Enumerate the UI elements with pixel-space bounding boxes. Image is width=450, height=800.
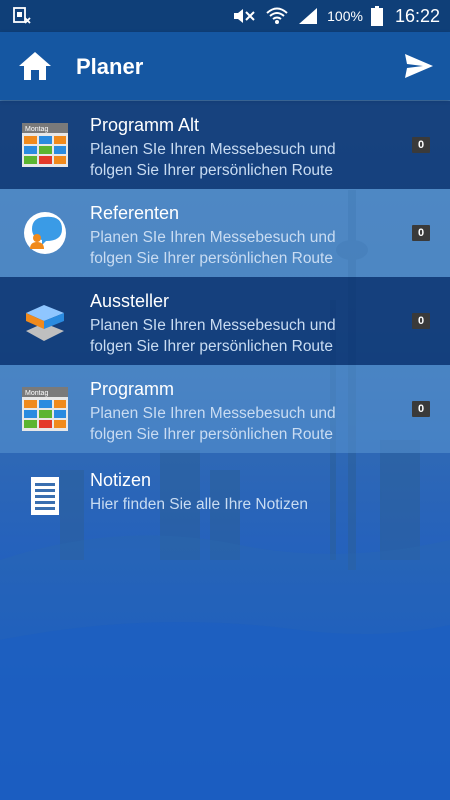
subtitle-line-1: Planen SIe Ihren Messebesuch und <box>90 405 336 422</box>
subtitle-line-1: Planen SIe Ihren Messebesuch und <box>90 229 336 246</box>
list-item-subtitle: Planen SIe Ihren Messebesuch und folgen … <box>90 139 390 181</box>
sim-error-icon <box>13 7 31 24</box>
count-badge: 0 <box>412 401 430 417</box>
subtitle-line-1: Planen SIe Ihren Messebesuch und <box>90 317 336 334</box>
planner-list: Montag Programm Alt Planen SIe Ihren Mes… <box>0 101 450 541</box>
list-item-subtitle: Planen SIe Ihren Messebesuch und folgen … <box>90 227 390 269</box>
count-badge: 0 <box>412 225 430 241</box>
mute-icon <box>234 9 255 23</box>
subtitle-line-2: folgen Sie Ihrer persönlichen Route <box>90 426 333 443</box>
subtitle-line-2: folgen Sie Ihrer persönlichen Route <box>90 338 333 355</box>
list-item-aussteller[interactable]: Aussteller Planen SIe Ihren Messebesuch … <box>0 277 450 365</box>
list-item-title: Notizen <box>90 470 152 490</box>
count-badge: 0 <box>412 313 430 329</box>
app-bar: Planer <box>0 32 450 100</box>
list-item-subtitle: Planen SIe Ihren Messebesuch und folgen … <box>90 403 390 445</box>
list-item-subtitle: Planen SIe Ihren Messebesuch und folgen … <box>90 315 390 357</box>
battery-icon <box>370 6 383 26</box>
list-item-subtitle: Hier finden Sie alle Ihre Notizen <box>90 496 308 513</box>
speaker-chat-icon <box>24 212 66 254</box>
signal-icon <box>299 8 318 24</box>
list-item-title: Programm Alt <box>90 115 200 135</box>
status-time: 16:22 <box>394 5 440 26</box>
list-item-referenten[interactable]: Referenten Planen SIe Ihren Messebesuch … <box>0 189 450 277</box>
list-item-programm-alt[interactable]: Montag Programm Alt Planen SIe Ihren Mes… <box>0 101 450 189</box>
subtitle-line-1: Planen SIe Ihren Messebesuch und <box>90 141 336 158</box>
svg-text:Montag: Montag <box>25 390 48 397</box>
calendar-icon: Montag <box>22 387 68 431</box>
notes-icon <box>31 477 59 515</box>
list-item-notizen[interactable]: Notizen Hier finden Sie alle Ihre Notize… <box>0 453 450 541</box>
booth-icon <box>26 305 64 341</box>
page-title: Planer <box>76 54 144 79</box>
subtitle-line-2: folgen Sie Ihrer persönlichen Route <box>90 250 333 267</box>
send-icon[interactable] <box>404 53 434 79</box>
status-bar: 100% 16:22 <box>0 0 450 32</box>
list-item-title: Referenten <box>90 203 180 223</box>
list-item-title: Programm <box>90 379 175 399</box>
wifi-icon <box>266 7 288 24</box>
list-item-programm[interactable]: Montag Programm Planen SIe Ihren Messebe… <box>0 365 450 453</box>
battery-percent: 100% <box>327 8 363 24</box>
subtitle-line-2: folgen Sie Ihrer persönlichen Route <box>90 162 333 179</box>
svg-text:Montag: Montag <box>25 126 48 133</box>
list-item-title: Aussteller <box>90 291 170 311</box>
count-badge: 0 <box>412 137 430 153</box>
home-icon[interactable] <box>18 50 52 82</box>
calendar-icon: Montag <box>22 123 68 167</box>
